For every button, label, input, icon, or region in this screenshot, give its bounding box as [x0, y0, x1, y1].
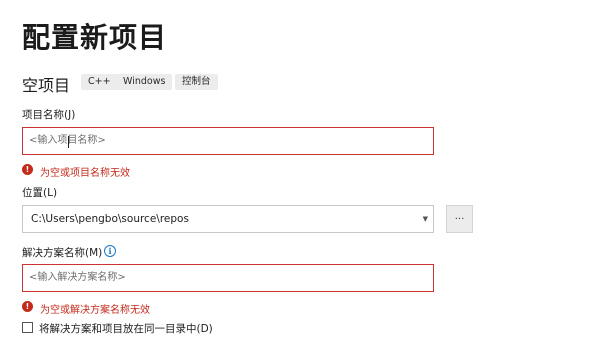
- location-value: C:\Users\pengbo\source\repos: [31, 213, 189, 225]
- info-icon[interactable]: i: [104, 245, 116, 257]
- tag-windows: Windows: [116, 74, 173, 90]
- project-name-error: 为空或项目名称无效: [40, 168, 130, 179]
- text-cursor-icon: [68, 136, 69, 148]
- location-label: 位置(L): [22, 187, 58, 199]
- page-title: 配置新项目: [22, 21, 168, 54]
- template-name: 空项目: [22, 76, 71, 95]
- location-select[interactable]: C:\Users\pengbo\source\repos ▼: [22, 205, 434, 233]
- project-name-label: 项目名称(J): [22, 109, 76, 121]
- tag-console: 控制台: [175, 74, 218, 90]
- project-name-input[interactable]: <输入项目名称>: [22, 127, 434, 155]
- solution-name-error: 为空或解决方案名称无效: [40, 305, 150, 316]
- solution-name-placeholder: <输入解决方案名称>: [29, 272, 126, 283]
- solution-name-label: 解决方案名称(M): [22, 247, 103, 259]
- chevron-down-icon[interactable]: ▼: [423, 206, 428, 232]
- browse-button[interactable]: ...: [446, 205, 473, 233]
- same-directory-label[interactable]: 将解决方案和项目放在同一目录中(D): [39, 321, 213, 336]
- solution-name-input[interactable]: <输入解决方案名称>: [22, 264, 434, 292]
- same-directory-checkbox[interactable]: [22, 322, 33, 333]
- tag-cpp: C++: [81, 74, 118, 90]
- error-icon: !: [22, 301, 33, 312]
- error-icon: !: [22, 164, 33, 175]
